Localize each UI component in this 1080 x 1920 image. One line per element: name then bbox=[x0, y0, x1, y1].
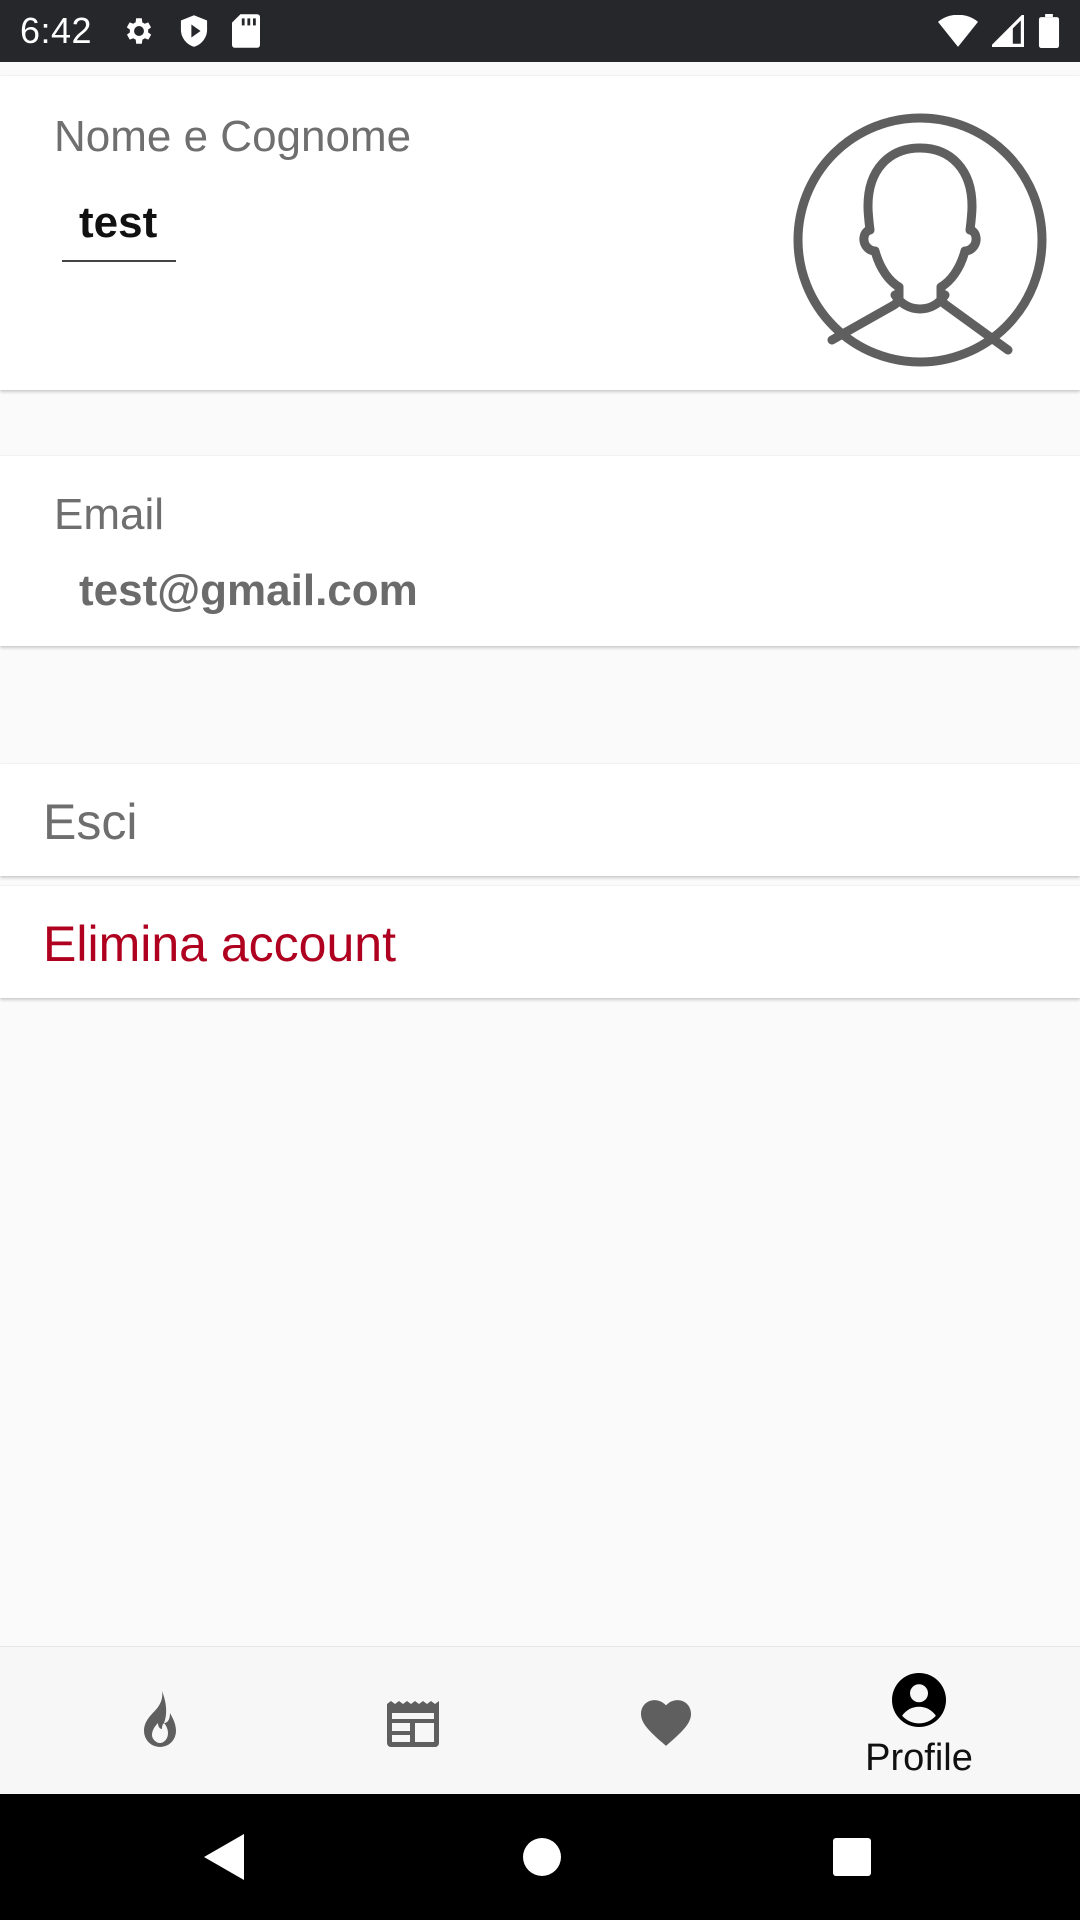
nav-item-news[interactable] bbox=[278, 1647, 548, 1795]
shield-icon bbox=[178, 14, 210, 48]
profile-screen: 6:42 Nome e Cognome test Email test@gmai… bbox=[0, 0, 1080, 1920]
delete-account-button[interactable]: Elimina account bbox=[0, 886, 1080, 998]
status-left: 6:42 bbox=[20, 10, 282, 52]
bottom-navigation: Profile bbox=[0, 1646, 1080, 1794]
logout-button[interactable]: Esci bbox=[0, 764, 1080, 876]
name-card: Nome e Cognome test bbox=[0, 76, 1080, 390]
logout-label: Esci bbox=[43, 794, 138, 850]
name-field[interactable]: test bbox=[62, 198, 176, 262]
wifi-icon bbox=[938, 15, 978, 47]
newspaper-icon bbox=[385, 1697, 441, 1752]
system-navigation-bar bbox=[0, 1794, 1080, 1920]
nav-item-favorites[interactable] bbox=[531, 1647, 801, 1795]
gear-icon bbox=[122, 14, 156, 48]
fire-icon bbox=[135, 1689, 185, 1754]
email-label: Email bbox=[54, 490, 165, 539]
signal-icon bbox=[992, 15, 1024, 47]
status-bar: 6:42 bbox=[0, 0, 1080, 62]
status-right bbox=[924, 14, 1060, 48]
heart-icon bbox=[638, 1697, 694, 1752]
email-card: Email test@gmail.com bbox=[0, 456, 1080, 646]
status-time: 6:42 bbox=[20, 10, 93, 51]
nav-item-trending[interactable] bbox=[25, 1647, 295, 1795]
account-circle-icon bbox=[892, 1673, 946, 1732]
name-value[interactable]: test bbox=[79, 198, 157, 248]
user-avatar-icon[interactable] bbox=[792, 112, 1048, 368]
email-value: test@gmail.com bbox=[79, 566, 418, 615]
delete-account-label: Elimina account bbox=[43, 916, 396, 972]
recents-icon[interactable] bbox=[831, 1832, 873, 1887]
name-label: Nome e Cognome bbox=[54, 112, 412, 161]
nav-label-profile: Profile bbox=[865, 1737, 973, 1779]
battery-icon bbox=[1038, 14, 1060, 48]
sd-card-icon bbox=[232, 14, 261, 48]
back-icon[interactable] bbox=[202, 1832, 246, 1887]
nav-item-profile[interactable]: Profile bbox=[784, 1647, 1054, 1795]
home-icon[interactable] bbox=[520, 1832, 564, 1887]
